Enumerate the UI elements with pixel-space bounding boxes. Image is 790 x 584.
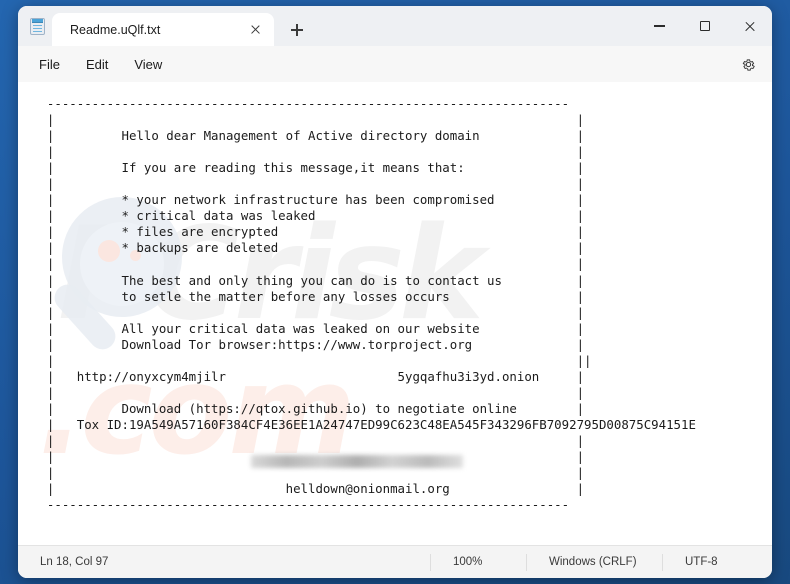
gear-icon xyxy=(742,58,755,71)
notepad-icon xyxy=(22,6,52,46)
menu-item-edit[interactable]: Edit xyxy=(73,52,121,77)
window-controls xyxy=(637,6,772,46)
tab-strip: Readme.uQlf.txt xyxy=(52,6,310,46)
tab-title: Readme.uQlf.txt xyxy=(70,22,161,37)
ransom-note-text[interactable]: ----------------------------------------… xyxy=(18,82,772,513)
tab-close-icon[interactable] xyxy=(242,18,268,42)
zoom-level[interactable]: 100% xyxy=(430,553,526,571)
cursor-position: Ln 18, Col 97 xyxy=(40,556,109,568)
redacted-url-overlay xyxy=(251,455,463,468)
minimize-icon xyxy=(654,25,665,27)
title-bar: Readme.uQlf.txt xyxy=(18,6,772,46)
minimize-button[interactable] xyxy=(637,6,682,46)
notepad-window: Readme.uQlf.txt File Edit View PCrisk .c… xyxy=(18,6,772,578)
line-ending[interactable]: Windows (CRLF) xyxy=(526,553,662,571)
close-icon xyxy=(744,20,756,32)
plus-icon xyxy=(291,24,303,36)
menu-item-view[interactable]: View xyxy=(121,52,175,77)
maximize-icon xyxy=(699,21,710,31)
menu-item-file[interactable]: File xyxy=(26,52,73,77)
text-editor-area[interactable]: PCrisk .com ----------------------------… xyxy=(18,82,772,545)
menu-bar: File Edit View xyxy=(18,46,772,82)
settings-button[interactable] xyxy=(734,50,762,78)
status-bar: Ln 18, Col 97 100% Windows (CRLF) UTF-8 xyxy=(18,545,772,578)
maximize-button[interactable] xyxy=(682,6,727,46)
encoding[interactable]: UTF-8 xyxy=(662,553,772,571)
new-tab-button[interactable] xyxy=(284,18,310,42)
tab-readme[interactable]: Readme.uQlf.txt xyxy=(52,13,274,46)
close-button[interactable] xyxy=(727,6,772,46)
